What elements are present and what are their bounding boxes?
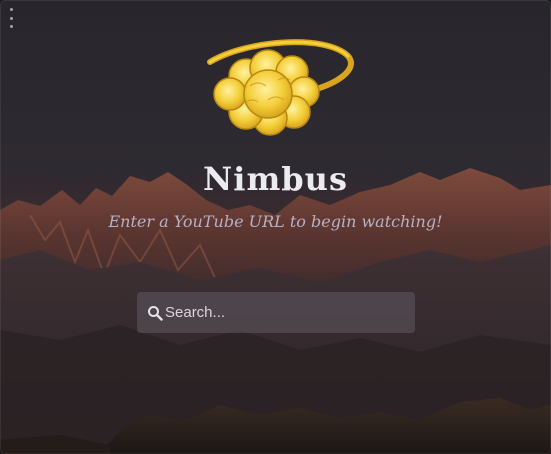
more-vertical-icon[interactable] bbox=[6, 8, 16, 28]
nimbus-cloud-logo bbox=[207, 39, 354, 136]
app-title: Nimbus bbox=[203, 160, 348, 198]
app-subtitle: Enter a YouTube URL to begin watching! bbox=[108, 212, 443, 231]
menu-dot bbox=[9, 8, 13, 11]
search-icon bbox=[148, 306, 163, 321]
search-input[interactable] bbox=[165, 292, 405, 333]
menu-dot bbox=[9, 25, 13, 28]
app-window: Nimbus Enter a YouTube URL to begin watc… bbox=[0, 0, 551, 454]
search-box[interactable] bbox=[137, 292, 415, 333]
menu-dot bbox=[9, 16, 13, 20]
